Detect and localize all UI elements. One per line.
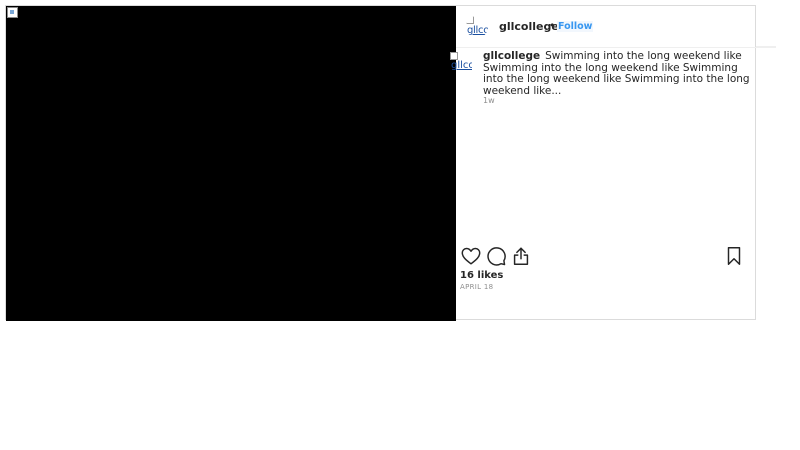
heart-icon[interactable] <box>460 245 482 267</box>
post-caption: gllcollege Swimming into the long weekend… <box>483 50 753 97</box>
broken-image-icon <box>7 7 18 18</box>
avatar-alt-text: gllco <box>451 60 472 71</box>
divider <box>756 46 776 47</box>
caption-username[interactable]: gllcollege <box>483 50 540 62</box>
action-bar <box>460 245 745 267</box>
share-icon[interactable] <box>510 245 532 267</box>
separator-dot: • <box>549 19 556 32</box>
bookmark-icon[interactable] <box>723 245 745 267</box>
broken-image-icon <box>466 16 474 24</box>
caption-avatar[interactable]: gllco <box>450 52 472 74</box>
avatar-alt-text: gllcollege <box>467 25 488 36</box>
timestamp-relative[interactable]: 1w <box>483 96 495 105</box>
post-header: gllcollege gllcollege • Follow <box>456 6 776 48</box>
follow-button[interactable]: Follow <box>557 21 594 32</box>
post-date[interactable]: APRIL 18 <box>460 283 493 291</box>
comment-icon[interactable] <box>485 245 507 267</box>
post-media[interactable] <box>6 6 456 321</box>
profile-avatar[interactable]: gllcollege <box>466 16 488 38</box>
broken-image-icon <box>450 52 458 60</box>
likes-count[interactable]: 16 likes <box>460 270 503 281</box>
